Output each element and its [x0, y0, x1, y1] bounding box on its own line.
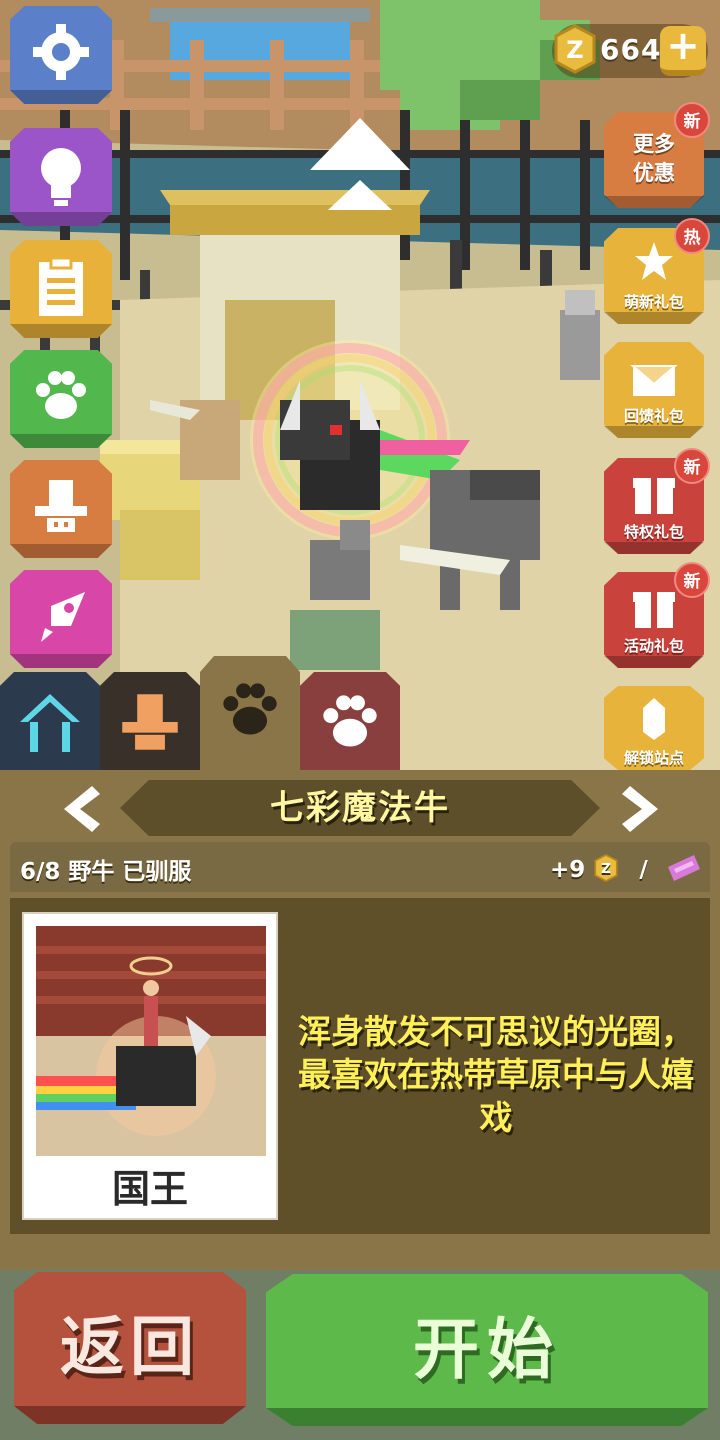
newbie-pack-button[interactable]: 萌新礼包 热 [604, 218, 710, 324]
back-button[interactable]: 返回 [14, 1272, 246, 1424]
unlock-station-label: 解锁站点 [623, 749, 684, 767]
new-badge: 新 [674, 448, 710, 484]
feedback-pack-label: 回馈礼包 [623, 407, 684, 425]
event-pack-button[interactable]: 活动礼包 新 [604, 562, 710, 668]
start-button[interactable]: 开始 [266, 1274, 708, 1426]
paw-icon [36, 371, 86, 419]
stars-icon [635, 242, 673, 280]
hat-icon [35, 480, 87, 532]
crystal-icon [643, 698, 665, 740]
missions-button[interactable] [10, 570, 112, 668]
tab-animals[interactable] [200, 656, 300, 770]
checklist-icon [39, 256, 83, 316]
newbie-pack-label: 萌新礼包 [623, 293, 684, 311]
start-label: 开始 [413, 1311, 561, 1388]
event-pack-label: 活动礼包 [623, 637, 684, 655]
new-badge: 新 [674, 102, 710, 138]
more-offers-button[interactable]: 更多 优惠 新 [604, 102, 710, 208]
tamed-status: 6/8 野牛 已驯服 [20, 859, 192, 885]
animal-name: 七彩魔法牛 [270, 788, 450, 828]
envelope-icon [630, 365, 678, 396]
coin-value: 664 [600, 33, 662, 66]
gift-icon [633, 592, 675, 628]
privilege-pack-label: 特权礼包 [623, 523, 684, 541]
animal-photo [36, 926, 266, 1156]
settings-button[interactable] [10, 6, 112, 104]
svg-text:Z: Z [601, 861, 611, 877]
animal-info-panel: 七彩魔法牛 6/8 野牛 已驯服 +9 Z / 国王 浑身散发不可思议的光圈，最… [0, 770, 720, 1270]
svg-text:Z: Z [566, 36, 583, 64]
hat-icon [122, 694, 178, 750]
gear-icon [33, 24, 89, 80]
photo-card: 国王 [22, 912, 278, 1220]
hot-badge: 热 [674, 218, 710, 254]
tab-home[interactable] [0, 672, 100, 770]
gift-icon [633, 478, 675, 514]
photo-caption: 国王 [111, 1167, 188, 1211]
tab-outfit[interactable] [100, 672, 200, 770]
reward-separator: / [639, 857, 648, 883]
lightbulb-icon [41, 148, 81, 206]
ticket-icon [667, 855, 700, 881]
reward: +9 Z / [550, 853, 704, 885]
outfits-button[interactable] [10, 460, 112, 558]
coin-icon: Z [554, 24, 596, 74]
privilege-pack-button[interactable]: 特权礼包 新 [604, 448, 710, 554]
rocket-icon [41, 592, 85, 642]
paw-icon [223, 683, 277, 735]
tasks-button[interactable] [10, 240, 112, 338]
unlock-station-button[interactable]: 解锁站点 [604, 686, 704, 770]
tips-button[interactable] [10, 128, 112, 226]
previous-arrow-icon[interactable] [56, 782, 106, 836]
add-coins-button[interactable]: + [660, 26, 706, 76]
new-badge: 新 [674, 562, 710, 598]
coin-icon: Z [594, 854, 618, 882]
animals-button[interactable] [10, 350, 112, 448]
paw-icon [323, 695, 377, 747]
tab-collection[interactable] [300, 672, 400, 770]
arena-photo-illustration [36, 926, 266, 1156]
more-offers-label: 更多 优惠 [633, 132, 675, 185]
next-arrow-icon[interactable] [616, 782, 666, 836]
feedback-pack-button[interactable]: 回馈礼包 [604, 342, 704, 438]
animal-description: 浑身散发不可思议的光圈，最喜欢在热带草原中与人嬉戏 [298, 1012, 694, 1137]
reward-value: +9 [550, 857, 586, 883]
house-icon [20, 694, 80, 752]
back-label: 返回 [60, 1311, 200, 1385]
